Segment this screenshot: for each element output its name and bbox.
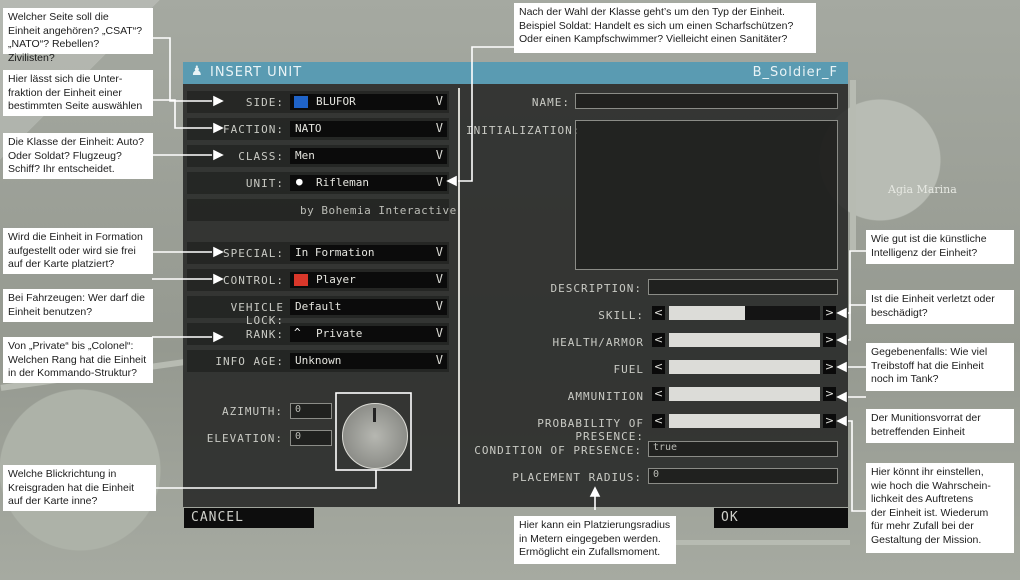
callout-special: Wird die Einheit in Formation aufgestell… (3, 228, 153, 274)
callout-radius: Hier kann ein Platzierungsradius in Mete… (514, 516, 676, 564)
callout-health: Ist die Einheit verletzt oder beschädigt… (866, 290, 1014, 324)
callout-skill: Wie gut ist die künstliche Intelligenz d… (866, 230, 1014, 264)
callout-side: Welcher Seite soll die Einheit angehören… (3, 8, 153, 64)
callout-fuel: Gegebenenfalls: Wie viel Treibstoff hat … (866, 343, 1014, 391)
callout-ammo: Der Munitionsvorrat der betreffenden Ein… (866, 409, 1014, 443)
callout-faction: Hier lässt sich die Unter- fraktion der … (3, 70, 153, 116)
callout-presence: Hier könnt ihr einstellen, wie hoch die … (866, 463, 1014, 553)
callout-unit: Nach der Wahl der Klasse geht’s um den T… (514, 3, 816, 53)
callout-vehicle-lock: Bei Fahrzeugen: Wer darf die Einheit ben… (3, 289, 153, 322)
callout-azimuth: Welche Blickrichtung in Kreisgraden hat … (3, 465, 156, 511)
callout-class: Die Klasse der Einheit: Auto? Oder Solda… (3, 133, 153, 179)
callout-rank: Von „Private“ bis „Colonel“: Welchen Ran… (3, 337, 153, 383)
